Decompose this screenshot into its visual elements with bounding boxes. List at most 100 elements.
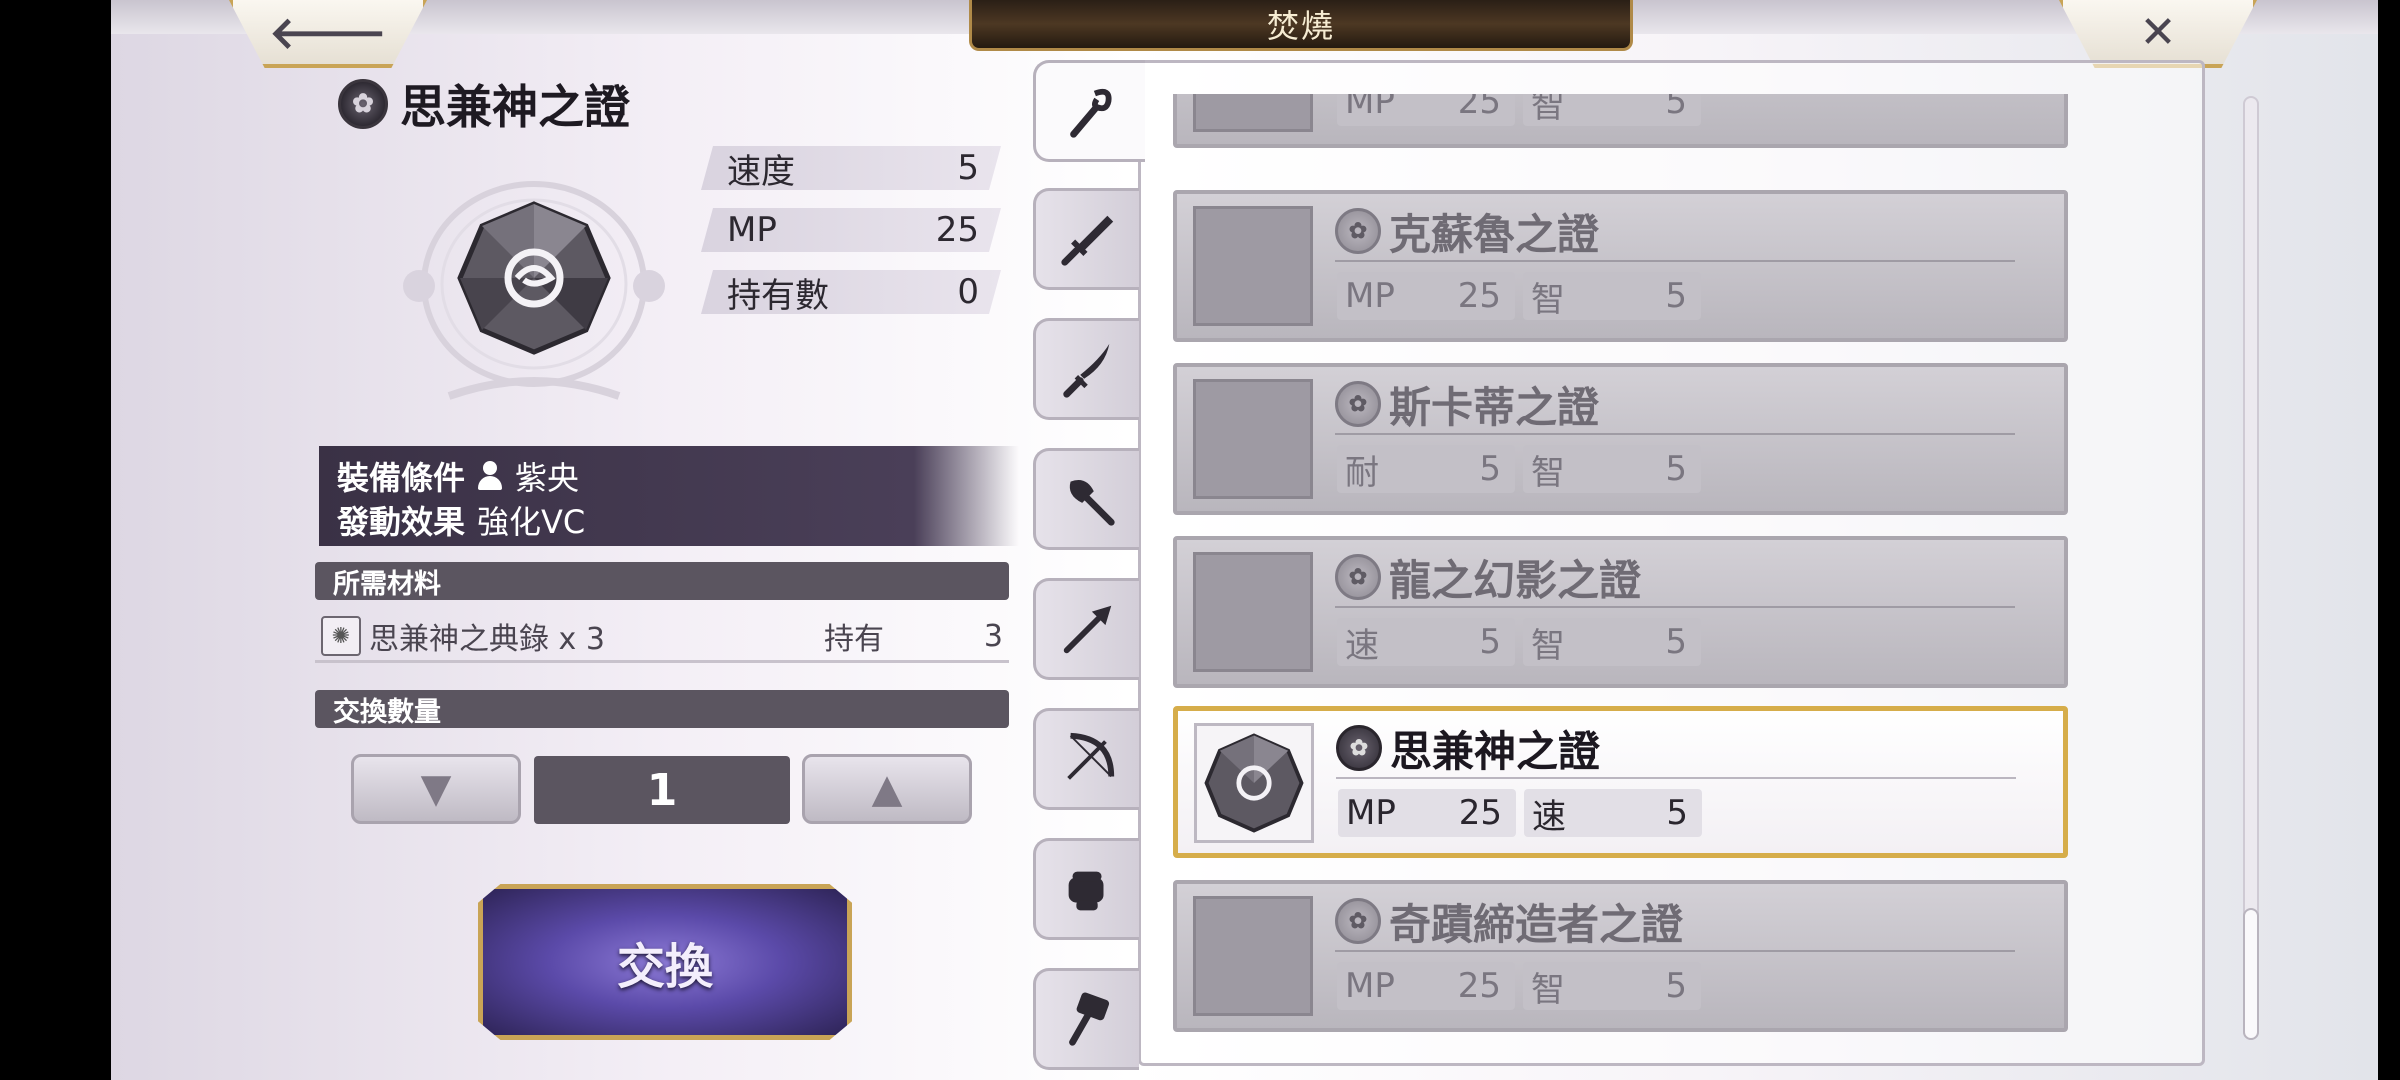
material-owned-label: 持有: [824, 622, 884, 657]
item-thumbnail: [1193, 94, 1313, 132]
tab-katana[interactable]: [1033, 318, 1139, 420]
spear-icon: [1063, 605, 1111, 654]
effect-row: 發動效果 強化VC: [337, 498, 1019, 542]
list-item-stat1: MP 25: [1338, 789, 1516, 837]
list-item-stat1: 耐5: [1337, 445, 1515, 493]
divider: [1335, 260, 2015, 262]
stat-row-speed: 速度 5: [701, 146, 1001, 190]
katana-icon: [1062, 343, 1109, 398]
list-item-name: ✿ 克蘇魯之證: [1335, 206, 1599, 259]
stat-value: 25: [935, 210, 979, 250]
page-title: 焚燒: [969, 0, 1633, 51]
divider: [1336, 777, 2016, 779]
list-item-badge-icon: ✿: [1335, 381, 1381, 427]
list-scrollbar-thumb[interactable]: [2243, 908, 2259, 1040]
list-item-stat2: 智5: [1523, 618, 1701, 666]
item-thumbnail: [1194, 723, 1314, 843]
page-title-text: 焚燒: [1266, 7, 1335, 45]
item-list: MP 25 智5 ✿ 克蘇魯之證 MP 25 智5 ✿ 斯卡蒂之證 耐5 智5 ✿ 龍之幻…: [1173, 94, 2203, 1064]
quantity-header-text: 交換數量: [333, 696, 441, 728]
material-owned-value: 3: [983, 618, 1003, 654]
list-item-badge-icon: ✿: [1335, 898, 1381, 944]
materials-header-text: 所需材料: [333, 568, 441, 600]
effect-label: 發動效果: [337, 503, 466, 541]
tab-staff[interactable]: [1033, 60, 1145, 162]
stat-row-mp: MP 25: [701, 208, 1001, 252]
list-item[interactable]: ✿ 斯卡蒂之證 耐5 智5: [1173, 363, 2068, 515]
list-item[interactable]: ✿ 克蘇魯之證 MP 25 智5: [1173, 190, 2068, 342]
item-name: 思兼神之證: [400, 80, 630, 134]
sword-icon: [1060, 215, 1113, 266]
list-item-stat1: MP 25: [1337, 94, 1515, 126]
book-icon: ✺: [321, 616, 361, 656]
list-item-stat2: 速5: [1524, 789, 1702, 837]
list-scrollbar[interactable]: [2243, 96, 2259, 1040]
item-badge-icon: ✿: [338, 79, 388, 129]
list-item-badge-icon: ✿: [1336, 725, 1382, 771]
staff-icon: [1069, 88, 1112, 138]
close-button[interactable]: ✕: [2059, 0, 2257, 68]
list-item[interactable]: MP 25 智5: [1173, 94, 2068, 148]
divider: [1335, 433, 2015, 435]
gem-icon: [1204, 733, 1304, 833]
equip-condition-row: 裝備條件 紫央: [337, 454, 1019, 498]
list-item-stat1: MP 25: [1337, 962, 1515, 1010]
list-item-stat2: 智5: [1523, 272, 1701, 320]
list-item-name: ✿ 龍之幻影之證: [1335, 552, 1641, 605]
list-item-name: ✿ 斯卡蒂之證: [1335, 379, 1599, 432]
quantity-header: 交換數量: [315, 690, 1009, 728]
list-item-badge-icon: ✿: [1335, 554, 1381, 600]
equip-condition-label: 裝備條件: [337, 459, 466, 497]
back-button[interactable]: 🡐: [229, 0, 427, 68]
equip-condition-value: 紫央: [515, 459, 580, 497]
list-item-stat2: 智5: [1523, 94, 1701, 126]
item-thumbnail: [1193, 206, 1313, 326]
axe-icon: [1069, 479, 1115, 526]
quantity-increase-button[interactable]: ▲: [802, 754, 972, 824]
exchange-button[interactable]: 交換: [478, 884, 852, 1040]
tab-fist[interactable]: [1033, 838, 1139, 940]
person-icon: [477, 461, 503, 491]
screen: 🡐 焚燒 ✕ ✿ 思兼神之證 速度 5 MP 25 持有數 0 裝備條件 紫央 …: [111, 0, 2378, 1080]
list-item-stat2: 智5: [1523, 962, 1701, 1010]
quantity-value-text: 1: [646, 764, 678, 816]
stat-label: 持有數: [727, 275, 829, 316]
list-item-stat1: MP 25: [1337, 272, 1515, 320]
stat-label: 速度: [727, 151, 795, 192]
chevron-up-icon: ▲: [871, 766, 903, 812]
effect-value: 強化VC: [477, 503, 586, 541]
tab-axe[interactable]: [1033, 448, 1139, 550]
stat-value: 0: [957, 272, 979, 312]
hammer-icon: [1068, 992, 1109, 1046]
stat-value: 5: [957, 148, 979, 188]
item-thumbnail: [1193, 896, 1313, 1016]
tab-sword[interactable]: [1033, 188, 1139, 290]
material-row: ✺ 思兼神之典錄 x 3 持有 3: [315, 612, 1009, 663]
item-title: ✿ 思兼神之證: [338, 76, 630, 134]
item-thumbnail: [1193, 379, 1313, 499]
stat-row-owned: 持有數 0: [701, 270, 1001, 314]
equip-info-box: 裝備條件 紫央 發動效果 強化VC: [319, 446, 1019, 546]
close-icon: ✕: [2139, 6, 2177, 58]
list-item[interactable]: ✿ 奇蹟締造者之證 MP 25 智5: [1173, 880, 2068, 1032]
back-arrow-icon: 🡐: [269, 8, 387, 59]
material-name: 思兼神之典錄 x 3: [369, 622, 605, 657]
item-thumbnail: [1193, 552, 1313, 672]
list-item-name: ✿ 奇蹟締造者之證: [1335, 896, 1683, 949]
divider: [1335, 606, 2015, 608]
materials-header: 所需材料: [315, 562, 1009, 600]
quantity-value: 1: [534, 756, 790, 824]
exchange-button-label: 交換: [616, 939, 713, 995]
chevron-down-icon: ▼: [420, 766, 452, 812]
tab-spear[interactable]: [1033, 578, 1139, 680]
list-item-selected[interactable]: ✿ 思兼神之證 MP 25 速5: [1173, 706, 2068, 858]
quantity-decrease-button[interactable]: ▼: [351, 754, 521, 824]
bow-icon: [1066, 732, 1114, 780]
tab-hammer[interactable]: [1033, 968, 1139, 1070]
item-emblem-icon: [403, 181, 665, 400]
tab-bow[interactable]: [1033, 708, 1139, 810]
list-item[interactable]: ✿ 龍之幻影之證 速5 智5: [1173, 536, 2068, 688]
divider: [1335, 950, 2015, 952]
list-item-name: ✿ 思兼神之證: [1336, 723, 1600, 776]
list-item-stat1: 速5: [1337, 618, 1515, 666]
